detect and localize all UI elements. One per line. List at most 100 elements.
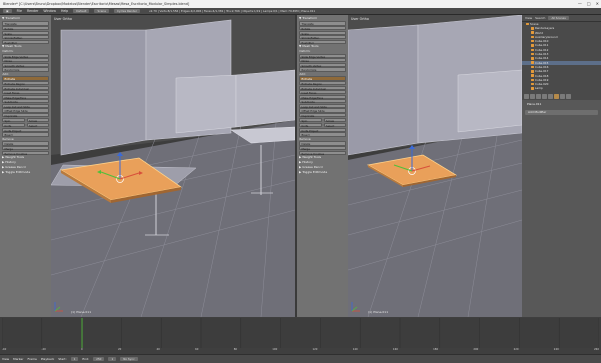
right-tool-button[interactable]: Scale <box>299 30 346 36</box>
right-tool-button[interactable]: Push/Pull <box>299 39 346 45</box>
timeline-tick-label: -40 <box>2 348 7 351</box>
left-tool-button[interactable]: Smooth Vertex <box>2 62 49 68</box>
right-tool-button[interactable]: Knife Project <box>299 127 346 133</box>
right-tool-button[interactable]: Translate <box>299 21 346 26</box>
left-tool-button[interactable]: Duplicate <box>2 113 49 118</box>
left-tool-button[interactable]: Translate <box>2 21 49 26</box>
right-tool-button[interactable]: Slide Edge Vertex <box>299 53 346 59</box>
right-tool-button[interactable]: Extrude <box>299 76 346 81</box>
right-tool-button[interactable]: Loop Cut and Slide <box>299 103 346 109</box>
world-tab-icon[interactable] <box>542 94 547 99</box>
right-tool-button[interactable]: Select <box>323 122 346 128</box>
right-tool-button[interactable]: Inset Faces <box>299 90 346 95</box>
outliner-menu-search[interactable]: Search <box>535 16 545 20</box>
right-tool-button[interactable]: Make Edge/Face <box>299 94 346 100</box>
right-tool-button[interactable]: Extrude Region <box>299 80 346 86</box>
left-panel-header[interactable]: ▼ Transform <box>1 16 50 21</box>
right-tool-button[interactable]: Shrink/Fatten <box>299 35 346 40</box>
viewport-right[interactable]: User Ortho (1) Plane.011 <box>348 15 522 317</box>
outliner-filter[interactable]: All Scenes <box>548 15 569 21</box>
object-tab-icon[interactable] <box>548 94 553 99</box>
left-tool-button[interactable]: Merge <box>2 146 49 151</box>
outliner-item[interactable]: Lamp <box>522 86 601 90</box>
start-frame-field[interactable]: 1 <box>70 356 79 362</box>
right-tool-button[interactable]: Screw <box>323 117 346 123</box>
left-tool-button[interactable]: Loop Cut and Slide <box>2 103 49 109</box>
layout-selector[interactable]: Default <box>73 9 90 13</box>
left-tool-button[interactable]: Push/Pull <box>2 39 49 45</box>
right-tool-button[interactable]: Subdivide <box>299 99 346 104</box>
maximize-icon[interactable]: □ <box>587 0 591 8</box>
left-tool-button[interactable]: Extrude <box>2 76 49 81</box>
right-tool-button[interactable]: Knife <box>299 122 322 128</box>
render-engine-selector[interactable]: Cycles Render <box>113 9 140 13</box>
menu-help[interactable]: Help <box>61 9 68 13</box>
right-tool-button[interactable]: Duplicate <box>299 113 346 118</box>
outliner-menu-view[interactable]: View <box>525 16 532 20</box>
end-frame-field[interactable]: 250 <box>93 356 105 362</box>
timeline-menu-marker[interactable]: Marker <box>13 357 23 361</box>
left-tool-button[interactable]: Subdivide <box>2 99 49 104</box>
object-icon <box>531 52 534 56</box>
menu-render[interactable]: Render <box>27 9 38 13</box>
sync-selector[interactable]: No Sync <box>120 356 138 362</box>
left-tool-button[interactable]: Slide Edge Vertex <box>2 53 49 59</box>
left-tool-button[interactable]: Knife Project <box>2 127 49 133</box>
current-frame-field[interactable]: 1 <box>108 356 117 362</box>
left-tool-button[interactable]: Extrude Region <box>2 80 49 86</box>
timeline-menu-view[interactable]: View <box>2 357 9 361</box>
left-tool-button[interactable]: Screw <box>26 117 49 123</box>
right-panel-header[interactable]: ▼ Transform <box>298 16 347 21</box>
left-tool-button[interactable]: Randomize <box>2 67 49 72</box>
left-tool-button[interactable]: Shrink/Fatten <box>2 35 49 40</box>
timeline-tick-label: 120 <box>312 348 318 351</box>
right-tool-button[interactable]: Offset Edge Slide <box>299 108 346 113</box>
scene-selector[interactable]: Scene <box>94 9 109 13</box>
editor-type-icon[interactable]: ▣ <box>3 9 12 13</box>
right-tool-button[interactable]: Delete <box>299 141 346 146</box>
right-tool-button[interactable]: Merge <box>299 146 346 151</box>
left-tool-button[interactable]: Scale <box>2 30 49 36</box>
right-tool-button[interactable]: Remove Doubles <box>299 150 346 156</box>
timeline-menu-playback[interactable]: Playback <box>41 357 54 361</box>
right-tool-button[interactable]: Randomize <box>299 67 346 72</box>
left-tool-button[interactable]: Make Edge/Face <box>2 94 49 100</box>
render-tab-icon[interactable] <box>524 94 529 99</box>
viewport-left[interactable]: User Ortho (1) Plane.011 <box>51 15 295 317</box>
properties-tabs <box>522 93 601 100</box>
right-panel-header[interactable]: ▶ Toggle Editmode <box>298 170 347 175</box>
left-tool-button[interactable]: Inset Faces <box>2 90 49 95</box>
left-tool-button[interactable]: Rotate <box>2 25 49 31</box>
close-icon[interactable]: ✕ <box>596 0 599 8</box>
timeline-menu-frame[interactable]: Frame <box>28 357 37 361</box>
timeline-tick-label: 140 <box>352 348 358 351</box>
right-tool-button[interactable]: Bisect <box>299 132 346 137</box>
right-tool-button[interactable]: Rotate <box>299 25 346 31</box>
minimize-icon[interactable]: — <box>578 0 582 8</box>
left-panel-header[interactable]: ▶ Toggle Editmode <box>1 170 50 175</box>
scene-stats: v2.79 | Verts:8/1,556 | Edges:4/2,906 | … <box>148 9 316 13</box>
timeline-ruler[interactable] <box>2 318 599 348</box>
left-tool-button[interactable]: Select <box>26 122 49 128</box>
left-tool-button[interactable]: Knife <box>2 122 25 128</box>
right-tool-button[interactable]: Noise <box>299 58 346 63</box>
left-tool-button[interactable]: Extrude Individual <box>2 85 49 91</box>
menu-file[interactable]: File <box>17 9 22 13</box>
left-tool-button[interactable]: Delete <box>2 141 49 146</box>
add-modifier-button[interactable]: Add Modifier <box>525 109 598 115</box>
material-tab-icon[interactable] <box>566 94 571 99</box>
left-tool-button[interactable]: Bisect <box>2 132 49 137</box>
data-tab-icon[interactable] <box>560 94 565 99</box>
left-tool-button[interactable]: Offset Edge Slide <box>2 108 49 113</box>
right-tool-button[interactable]: Spin <box>299 117 322 123</box>
scene-tab-icon[interactable] <box>536 94 541 99</box>
right-tool-button[interactable]: Smooth Vertex <box>299 62 346 68</box>
layers-tab-icon[interactable] <box>530 94 535 99</box>
menu-window[interactable]: Window <box>43 9 56 13</box>
left-tool-button[interactable]: Noise <box>2 58 49 63</box>
left-tool-button[interactable]: Spin <box>2 117 25 123</box>
object-icon <box>531 70 534 73</box>
modifier-tab-icon[interactable] <box>554 94 559 99</box>
right-tool-button[interactable]: Extrude Individual <box>299 85 346 91</box>
left-tool-button[interactable]: Remove Doubles <box>2 150 49 156</box>
